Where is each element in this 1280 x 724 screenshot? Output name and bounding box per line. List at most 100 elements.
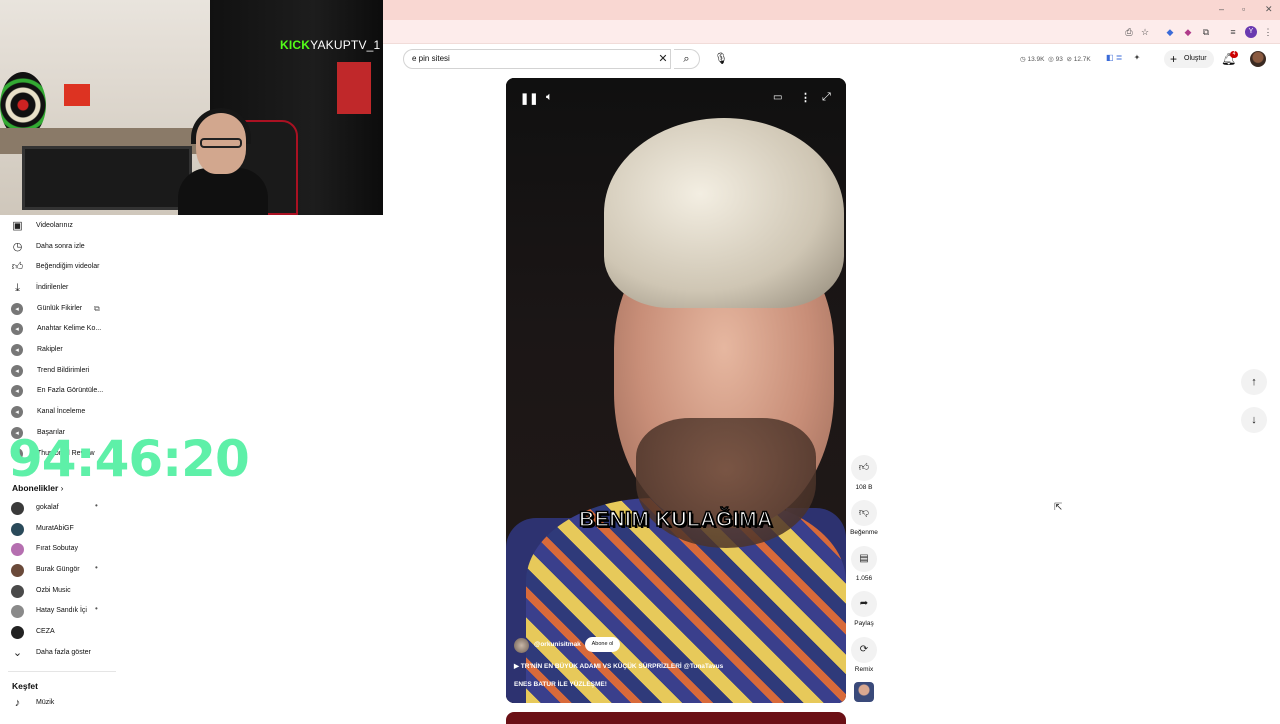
magic-wand-icon[interactable]: ✦ [1134, 53, 1141, 62]
chevron-right-icon: › [60, 483, 64, 493]
profile-icon[interactable]: Y [1245, 26, 1257, 38]
close-window-icon[interactable]: ✕ [1265, 4, 1273, 15]
extension-icon[interactable]: ◧ [1106, 53, 1114, 62]
new-content-dot-icon: • [95, 563, 98, 572]
previous-short-button[interactable]: ↑ [1241, 369, 1267, 395]
browser-tab-bar [383, 0, 1280, 20]
subscription-label: Ozbi Music [36, 587, 71, 594]
sidebar-item-label: İndirilenler [36, 284, 69, 291]
extension-icon[interactable]: ◆ [1182, 26, 1194, 38]
webcam-overlay: KICKYAKUPTV_1 [0, 0, 383, 215]
sidebar-item-downloads[interactable]: ⤓ İndirilenler [0, 279, 200, 299]
extension-icon: ◂ [11, 323, 23, 335]
sidebar-item-your-videos[interactable]: ▣ Videolarınız [0, 217, 200, 237]
captions-icon[interactable]: ▭ [773, 92, 782, 103]
minimize-icon[interactable]: – [1219, 4, 1224, 14]
channel-avatar [11, 523, 24, 536]
remix-icon: ⟳ [851, 637, 877, 663]
next-short-button[interactable]: ↓ [1241, 407, 1267, 433]
sidebar-item-label: Müzik [36, 699, 55, 706]
sidebar-item-most-viewed[interactable]: ◂ En Fazla Görüntüle... [0, 382, 200, 402]
sidebar-item-label: Kanal İnceleme [37, 408, 86, 415]
subscription-item[interactable]: Ozbi Music [0, 582, 200, 602]
clear-search-icon[interactable]: ✕ [657, 52, 669, 65]
sidebar-item-channel-review[interactable]: ◂ Kanal İnceleme [0, 403, 200, 423]
subscription-item[interactable]: Burak Güngör • [0, 561, 200, 581]
bookmark-star-icon[interactable]: ☆ [1139, 26, 1151, 38]
subscribe-button[interactable]: Abone ol [585, 637, 620, 652]
subscriptions-heading[interactable]: Abonelikler › [12, 483, 64, 493]
show-more-button[interactable]: ⌄ Daha fazla göster [0, 644, 200, 664]
maximize-icon[interactable]: ▫ [1242, 4, 1245, 14]
sidebar-item-label: En Fazla Görüntüle... [37, 387, 104, 394]
extensions-puzzle-icon[interactable]: ⧉ [1200, 26, 1212, 38]
voice-search-button[interactable]: 🎙︎ [710, 49, 732, 69]
subscription-item[interactable]: CEZA [0, 623, 200, 643]
channel-avatar [11, 502, 24, 515]
more-vertical-icon[interactable]: ⋮ [800, 91, 811, 104]
volume-icon[interactable]: 🔈︎ [546, 91, 553, 104]
sidebar-item-label: Trend Bildirimleri [37, 367, 90, 374]
share-button[interactable]: ➦ Paylaş [850, 591, 878, 627]
fullscreen-icon[interactable]: ⤢ [822, 91, 831, 104]
thumbs-down-icon: 👎︎ [851, 500, 877, 526]
media-controls-icon[interactable]: ≡ [1227, 26, 1239, 38]
subscription-item[interactable]: gokalaf • [0, 499, 200, 519]
share-label: Paylaş [854, 620, 874, 627]
remix-button[interactable]: ⟳ Remix [850, 637, 878, 673]
subscribers-count: 12.7K [1073, 56, 1091, 63]
plus-icon: + [1170, 52, 1178, 66]
comments-button[interactable]: ▤ 1.056 [850, 546, 878, 582]
pause-icon[interactable]: ❚❚ [520, 92, 538, 105]
account-avatar[interactable] [1250, 51, 1266, 67]
like-button[interactable]: 👍︎ 108 B [850, 455, 878, 491]
sidebar-item-music[interactable]: ♪ Müzik [0, 694, 200, 714]
extension-icon: ◂ [11, 385, 23, 397]
install-app-icon[interactable]: ⎙ [1123, 26, 1135, 38]
shorts-video-player[interactable]: BENIM KULAĞIMA ❚❚ 🔈︎ ▭ ⋮ ⤢ @orkunisitmak… [506, 78, 846, 703]
sidebar-item-trend-alerts[interactable]: ◂ Trend Bildirimleri [0, 362, 200, 382]
stream-timer: 94:46:20 [8, 430, 250, 488]
thumbs-up-icon: 👍︎ [11, 261, 24, 273]
views-icon: ◷ [1020, 56, 1026, 63]
music-note-icon: ♪ [14, 697, 21, 709]
create-button[interactable]: + Oluştur [1164, 50, 1214, 68]
video-subtitle: ENES BATUR İLE YÜZLEŞME! [514, 681, 607, 688]
sidebar-item-daily-ideas[interactable]: ◂ Günlük Fikirler ⧉ [0, 300, 200, 320]
search-button[interactable]: ⌕ [674, 49, 700, 69]
subscription-item[interactable]: MuratAbiGF [0, 520, 200, 540]
extension-icon: ◂ [11, 303, 23, 315]
sidebar-item-liked-videos[interactable]: 👍︎ Beğendiğim videolar [0, 258, 200, 278]
channel-avatar [11, 564, 24, 577]
extension-icon[interactable]: ◆ [1164, 26, 1176, 38]
dislike-label: Beğenme [850, 529, 878, 536]
video-hair [604, 118, 844, 308]
subscription-label: CEZA [36, 628, 55, 635]
sidebar-item-watch-later[interactable]: ◷ Daha sonra izle [0, 238, 200, 258]
browser-menu-icon[interactable]: ⋮ [1262, 26, 1274, 38]
channel-handle[interactable]: @orkunisitmak [534, 641, 581, 648]
dislike-button[interactable]: 👎︎ Beğenme [850, 500, 878, 536]
new-content-dot-icon: • [95, 604, 98, 613]
share-arrow-icon: ➦ [851, 591, 877, 617]
subscription-item[interactable]: Hatay Sandık İçi • [0, 602, 200, 622]
sidebar-item-label: Beğendiğim videolar [36, 263, 100, 270]
channel-stats: ◷ 13.9K ◎ 93 ⊘ 12.7K [1020, 55, 1091, 63]
arrow-up-icon: ↑ [1251, 376, 1257, 388]
subscription-label: Hatay Sandık İçi [36, 607, 87, 614]
extension-icons[interactable]: ◧ ≣ ✦ [1106, 53, 1140, 62]
sound-thumbnail[interactable] [854, 682, 874, 702]
kick-logo: KICK [280, 38, 311, 52]
channel-avatar [11, 543, 24, 556]
videos-count: 93 [1055, 56, 1063, 63]
extension-icon: ◂ [11, 406, 23, 418]
video-title-link[interactable]: ▶ TR'NİN EN BÜYÜK ADAMI VS KÜÇÜK SÜRPRİZ… [514, 662, 723, 670]
channel-avatar [11, 605, 24, 618]
subscription-item[interactable]: Fırat Sobutay [0, 540, 200, 560]
channel-avatar[interactable] [514, 638, 529, 653]
sidebar-item-keyword[interactable]: ◂ Anahtar Kelime Ko... [0, 320, 200, 340]
next-short-preview[interactable] [506, 712, 846, 724]
sidebar-item-competitors[interactable]: ◂ Rakipler [0, 341, 200, 361]
flag-poster [64, 84, 90, 106]
extension-icon[interactable]: ≣ [1116, 53, 1123, 62]
